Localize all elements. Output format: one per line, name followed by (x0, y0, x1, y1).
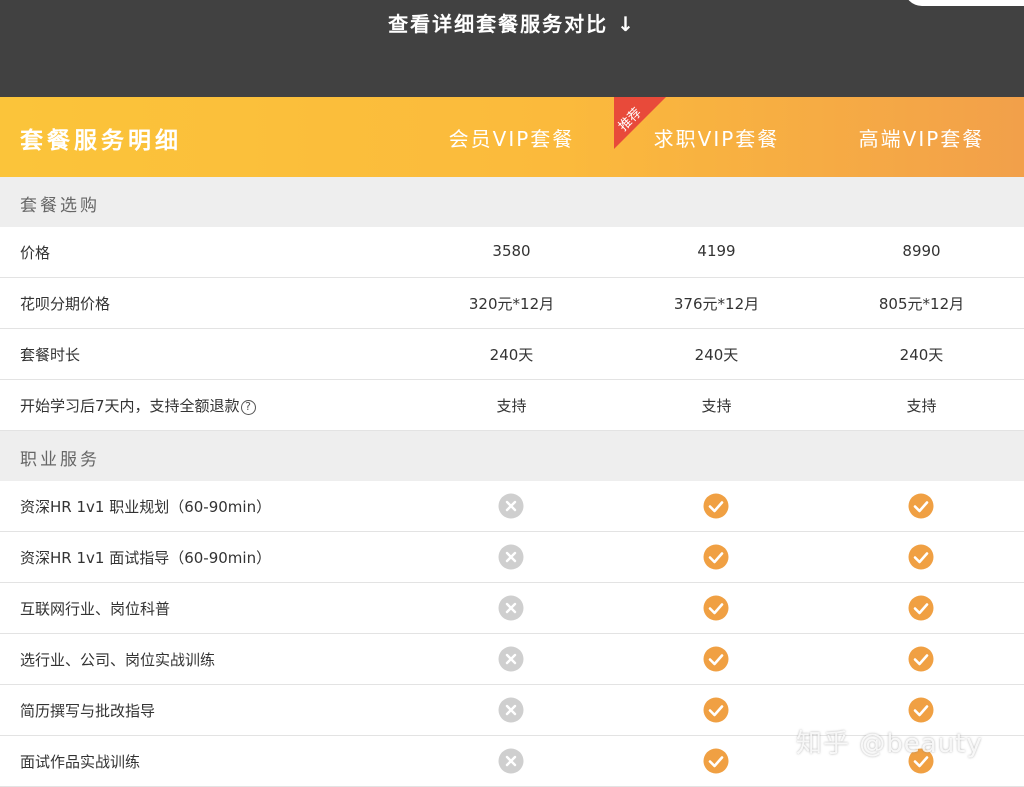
check-icon (703, 748, 729, 774)
cell-status (819, 493, 1024, 519)
check-icon (908, 493, 934, 519)
check-icon (703, 697, 729, 723)
check-icon (908, 595, 934, 621)
cross-icon (498, 544, 524, 570)
row-label: 简历撰写与批改指导 (20, 702, 156, 720)
plan-job-vip: 求职VIP套餐 (653, 127, 780, 151)
cell-status (614, 646, 819, 672)
cell-value: 3580 (492, 242, 531, 260)
section-purchase-label: 套餐选购 (20, 196, 100, 216)
section-purchase: 套餐选购 (0, 177, 1024, 227)
cell-value: 376元*12月 (673, 295, 760, 313)
cell-value: 240天 (489, 346, 534, 364)
cell-status (409, 748, 614, 774)
cell-value: 805元*12月 (878, 295, 965, 313)
refund-label: 开始学习后7天内，支持全额退款 (20, 397, 240, 415)
cell-status (819, 544, 1024, 570)
header-title: 套餐服务明细 (20, 128, 182, 154)
row-label: 面试作品实战训练 (20, 753, 141, 771)
cell-status (409, 595, 614, 621)
cross-icon (498, 748, 524, 774)
table-row: 价格 3580 4199 8990 (0, 227, 1024, 278)
check-icon (703, 595, 729, 621)
cell-value: 8990 (902, 242, 941, 260)
plan-premium-vip: 高端VIP套餐 (858, 127, 985, 151)
cell-value: 240天 (899, 346, 944, 364)
row-label: 花呗分期价格 (20, 295, 111, 313)
cell-status (819, 595, 1024, 621)
cross-icon (498, 646, 524, 672)
section-career-label: 职业服务 (20, 450, 100, 470)
check-icon (908, 544, 934, 570)
cell-status (819, 646, 1024, 672)
cell-value: 支持 (496, 397, 527, 415)
cell-status (614, 544, 819, 570)
cell-status (409, 544, 614, 570)
table-row: 互联网行业、岗位科普 (0, 583, 1024, 634)
table-row: 资深HR 1v1 面试指导（60-90min） (0, 532, 1024, 583)
cross-icon (498, 595, 524, 621)
table-row: 开始学习后7天内，支持全额退款? 支持 支持 支持 (0, 380, 1024, 431)
row-label: 资深HR 1v1 职业规划（60-90min） (20, 498, 272, 516)
row-label: 开始学习后7天内，支持全额退款? (20, 395, 256, 416)
cell-status (409, 493, 614, 519)
table-row: 套餐时长 240天 240天 240天 (0, 329, 1024, 380)
cell-value: 支持 (906, 397, 937, 415)
top-right-corner (904, 0, 1024, 6)
cell-status (409, 646, 614, 672)
check-icon (703, 493, 729, 519)
help-icon[interactable]: ? (240, 400, 256, 415)
cell-value: 240天 (694, 346, 739, 364)
cell-status (819, 697, 1024, 723)
check-icon (908, 646, 934, 672)
cell-status (614, 493, 819, 519)
cell-value: 320元*12月 (468, 295, 555, 313)
compare-link[interactable]: 查看详细套餐服务对比 ↓ (0, 8, 1024, 37)
cell-status (614, 595, 819, 621)
cell-status (409, 697, 614, 723)
table-row: 选行业、公司、岗位实战训练 (0, 634, 1024, 685)
row-label: 互联网行业、岗位科普 (20, 600, 171, 618)
row-label: 价格 (20, 244, 51, 262)
cell-status (614, 748, 819, 774)
row-label: 套餐时长 (20, 346, 81, 364)
check-icon (908, 697, 934, 723)
table-row: 资深HR 1v1 职业规划（60-90min） (0, 481, 1024, 532)
table-row: 花呗分期价格 320元*12月 376元*12月 805元*12月 (0, 278, 1024, 329)
cross-icon (498, 697, 524, 723)
cross-icon (498, 493, 524, 519)
top-banner: 查看详细套餐服务对比 ↓ (0, 0, 1024, 97)
table-header: 套餐服务明细 会员VIP套餐 推荐 求职VIP套餐 高端VIP套餐 (0, 97, 1024, 177)
check-icon (703, 646, 729, 672)
section-career: 职业服务 (0, 431, 1024, 481)
row-label: 选行业、公司、岗位实战训练 (20, 651, 216, 669)
watermark: 知乎 @beauty (796, 729, 983, 759)
row-label: 资深HR 1v1 面试指导（60-90min） (20, 549, 272, 567)
plan-member-vip: 会员VIP套餐 (448, 127, 575, 151)
cell-value: 4199 (697, 242, 736, 260)
cell-status (614, 697, 819, 723)
check-icon (703, 544, 729, 570)
cell-value: 支持 (701, 397, 732, 415)
